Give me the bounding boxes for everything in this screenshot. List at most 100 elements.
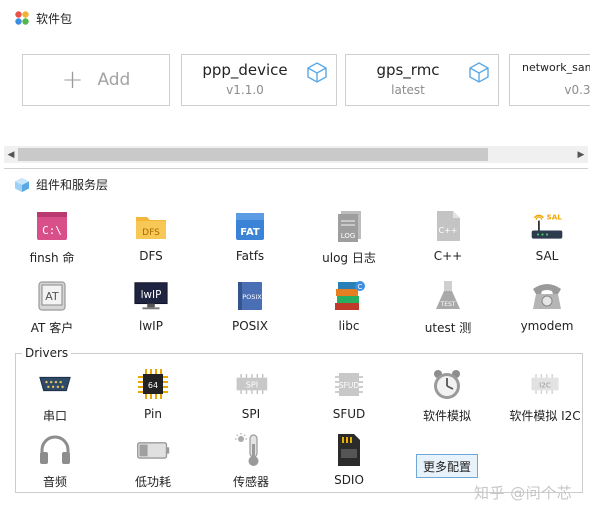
driver-label: 传感器 [232,475,269,489]
component-label: utest 测 [424,321,472,335]
posix-glyph: POSIX [242,293,262,301]
component-label: POSIX [231,319,269,333]
driver-soft-sim[interactable]: 软件模拟 [407,366,487,424]
chip-icon: 64 [135,366,171,402]
pin-glyph: 64 [148,381,158,390]
component-label: lwIP [139,319,163,333]
folder-icon: DFS [133,208,169,244]
horizontal-scrollbar[interactable]: ◀ ▶ [4,146,588,163]
spi-glyph: SPI [246,380,258,390]
component-label: C++ [433,249,463,263]
component-label: libc [338,319,360,333]
driver-sdio[interactable]: SDIO [309,432,389,487]
driver-sfud[interactable]: SFUD SFUD [309,366,389,421]
fat-glyph: FAT [240,227,260,238]
spi-chip-icon: SPI [233,366,269,402]
more-config-button[interactable]: 更多配置 [416,454,478,478]
package-card-gps-rmc[interactable]: gps_rmc latest [345,54,499,106]
log-glyph: LOG [341,232,356,240]
at-glyph: AT [45,290,59,303]
package-name: ppp_device [202,61,288,79]
component-sal[interactable]: SAL SAL [507,208,587,263]
component-label: SAL [535,249,559,263]
component-label: AT 客户 [30,321,74,335]
package-version: v1.1.0 [226,83,264,97]
at-icon: AT [34,278,70,314]
scroll-right-arrow-icon[interactable]: ▶ [574,146,588,163]
test-glyph: TEST [440,301,456,308]
sal-glyph: SAL [547,213,563,222]
driver-label: SFUD [332,407,366,421]
battery-icon [135,432,171,468]
driver-sensor[interactable]: 传感器 [211,432,291,490]
layers-cube-icon [15,177,29,192]
driver-label: 软件模拟 [422,409,471,423]
svg-text:C: C [358,283,363,291]
driver-label: 软件模拟 I2C [509,409,581,423]
package-card-strip: + Add ppp_device v1.1.0 gps_rmc latest n… [0,54,590,110]
add-package-button[interactable]: + Add [22,54,170,106]
component-finsh[interactable]: C:\ finsh 命 [12,208,92,266]
package-card-network-sample[interactable]: network_sam v0.3.0 [509,54,590,106]
drivers-group [15,353,583,493]
component-label: ymodem [520,319,574,333]
log-file-icon: LOG [331,208,367,244]
page-title: 软件包 [36,11,73,26]
sd-card-icon [331,432,367,468]
posix-book-icon: POSIX [232,278,268,314]
component-posix[interactable]: POSIX POSIX [210,278,290,333]
driver-label: 串口 [42,409,67,423]
app-logo-icon [15,11,29,25]
driver-label: 低功耗 [134,475,171,489]
i2c-glyph: I2C [539,381,551,390]
component-label: Fatfs [235,249,265,263]
driver-label: 音频 [42,475,67,489]
clock-icon [429,366,465,402]
component-libc[interactable]: C libc [309,278,389,333]
header: 软件包 [14,8,72,28]
driver-low-power[interactable]: 低功耗 [113,432,193,490]
lwip-glyph: lwIP [141,289,162,301]
i2c-chip-icon: I2C [527,366,563,402]
watermark: 知乎 @问个芯 [474,484,573,502]
package-cube-icon [307,62,327,83]
component-fatfs[interactable]: FAT Fatfs [210,208,290,263]
component-ulog[interactable]: LOG ulog 日志 [309,208,389,266]
package-version: latest [391,83,425,97]
component-utest[interactable]: TEST utest 测 [408,278,488,336]
driver-audio[interactable]: 音频 [15,432,95,490]
driver-soft-i2c[interactable]: I2C 软件模拟 I2C [505,366,585,424]
driver-spi[interactable]: SPI SPI [211,366,291,421]
component-at-client[interactable]: AT AT 客户 [12,278,92,336]
scroll-left-arrow-icon[interactable]: ◀ [4,146,18,163]
driver-label: SPI [241,407,261,421]
fat-disk-icon: FAT [232,208,268,244]
component-label: DFS [139,249,163,263]
flask-icon: TEST [430,278,466,314]
finsh-glyph: C:\ [42,224,62,237]
books-stack-icon: C [331,278,367,314]
package-card-ppp-device[interactable]: ppp_device v1.1.0 [181,54,337,106]
thermometer-icon [233,432,269,468]
section-title: 组件和服务层 [36,178,109,192]
driver-pin[interactable]: 64 Pin [113,366,193,421]
driver-label: SDIO [334,473,364,487]
package-version: v0.3.0 [564,83,590,97]
add-package-label: Add [97,70,131,90]
component-label: finsh 命 [29,251,75,265]
package-name: network_sam [522,61,590,74]
component-lwip[interactable]: lwIP lwIP [111,278,191,333]
component-label: ulog 日志 [322,251,376,265]
driver-serial[interactable]: 串口 [15,366,95,424]
component-cpp[interactable]: C++ C++ [408,208,488,263]
component-dfs[interactable]: DFS DFS [111,208,191,263]
section-header: 组件和服务层 [14,176,108,193]
serial-port-icon [37,366,73,402]
router-icon: SAL [529,208,565,244]
headphones-icon [37,432,73,468]
drivers-group-title: Drivers [22,346,72,360]
telephone-icon [529,278,565,314]
package-cube-icon [469,62,489,83]
component-ymodem[interactable]: ymodem [507,278,587,333]
scrollbar-thumb[interactable] [18,148,488,161]
